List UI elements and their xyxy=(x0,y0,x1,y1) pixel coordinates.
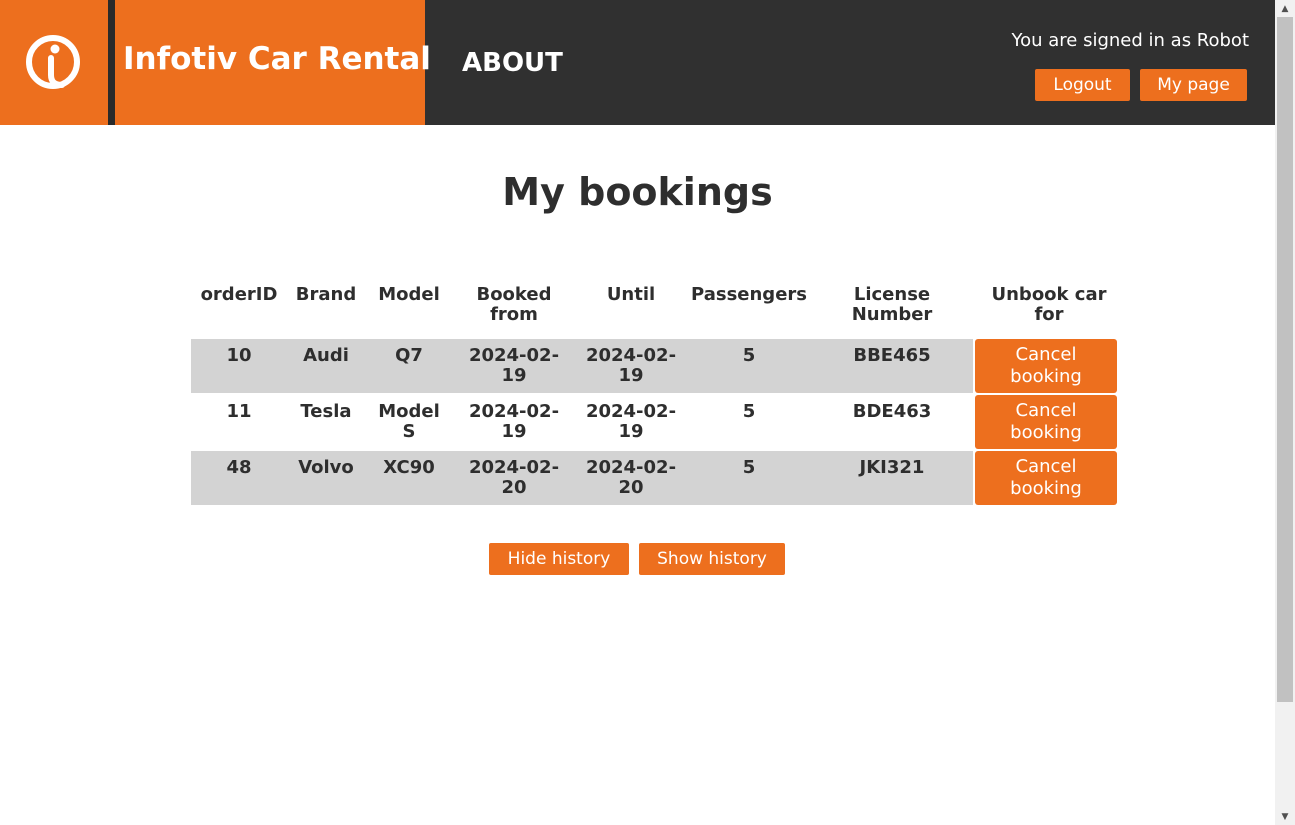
scroll-down-arrow-icon[interactable]: ▼ xyxy=(1275,808,1295,825)
nav-about-link[interactable]: ABOUT xyxy=(462,48,563,78)
signed-in-status: You are signed in as Robot xyxy=(1011,30,1249,51)
table-row: 48 Volvo XC90 2024-02-20 2024-02-20 5 JK… xyxy=(191,451,1125,505)
cell-until: 2024-02-19 xyxy=(585,401,677,442)
cell-model: XC90 xyxy=(365,451,453,505)
logo-divider xyxy=(108,0,115,125)
cell-orderid: 10 xyxy=(191,339,287,393)
cell-passengers: 5 xyxy=(687,451,811,505)
column-header-brand: Brand xyxy=(295,284,357,305)
cancel-booking-button[interactable]: Cancel booking xyxy=(975,395,1117,449)
cell-model: Q7 xyxy=(365,339,453,393)
table-row: 11 Tesla Model S 2024-02-19 2024-02-19 5… xyxy=(191,395,1125,449)
column-header-booked-from: Booked from xyxy=(476,284,552,325)
vertical-scrollbar[interactable]: ▲ ▼ xyxy=(1275,0,1295,825)
cell-brand: Volvo xyxy=(287,451,365,505)
column-header-orderid: orderID xyxy=(200,284,278,305)
scroll-up-arrow-icon[interactable]: ▲ xyxy=(1275,0,1295,17)
cell-booked-from: 2024-02-19 xyxy=(468,401,560,442)
cancel-booking-button[interactable]: Cancel booking xyxy=(975,451,1117,505)
top-header: Infotiv Car Rental ABOUT You are signed … xyxy=(0,0,1275,125)
column-header-until: Until xyxy=(606,284,656,305)
column-header-unbook: Unbook car for xyxy=(991,284,1107,325)
infotiv-logo-icon[interactable] xyxy=(22,30,84,96)
show-history-button[interactable]: Show history xyxy=(639,543,785,575)
cell-model: Model S xyxy=(378,401,440,442)
cell-license: BBE465 xyxy=(811,339,973,393)
cell-license: BDE463 xyxy=(852,401,932,422)
bookings-table: orderID Brand Model Booked from Until Pa… xyxy=(191,283,1125,507)
logout-button[interactable]: Logout xyxy=(1035,69,1130,101)
brand-area: Infotiv Car Rental xyxy=(0,0,431,125)
cell-until: 2024-02-19 xyxy=(575,339,687,393)
cancel-booking-button[interactable]: Cancel booking xyxy=(975,339,1117,393)
scroll-thumb[interactable] xyxy=(1277,17,1293,702)
table-row: 10 Audi Q7 2024-02-19 2024-02-19 5 BBE46… xyxy=(191,339,1125,393)
cell-passengers: 5 xyxy=(742,401,756,422)
cell-brand: Audi xyxy=(287,339,365,393)
cell-license: JKI321 xyxy=(811,451,973,505)
cell-orderid: 48 xyxy=(191,451,287,505)
cell-action: Cancel booking xyxy=(973,395,1125,449)
cell-until: 2024-02-20 xyxy=(575,451,687,505)
cell-brand: Tesla xyxy=(300,401,352,422)
hide-history-button[interactable]: Hide history xyxy=(489,543,629,575)
my-page-button[interactable]: My page xyxy=(1140,69,1247,101)
page-title: My bookings xyxy=(502,170,773,214)
table-header-row: orderID Brand Model Booked from Until Pa… xyxy=(191,285,1125,337)
column-header-model: Model xyxy=(378,284,440,305)
cell-booked-from: 2024-02-19 xyxy=(453,339,575,393)
cell-booked-from: 2024-02-20 xyxy=(453,451,575,505)
cell-orderid: 11 xyxy=(226,401,252,422)
column-header-license-number: License Number xyxy=(851,284,933,325)
cell-action: Cancel booking xyxy=(973,339,1125,393)
brand-title[interactable]: Infotiv Car Rental xyxy=(123,41,431,77)
cell-action: Cancel booking xyxy=(973,451,1125,505)
column-header-passengers: Passengers xyxy=(691,284,807,305)
cell-passengers: 5 xyxy=(687,339,811,393)
